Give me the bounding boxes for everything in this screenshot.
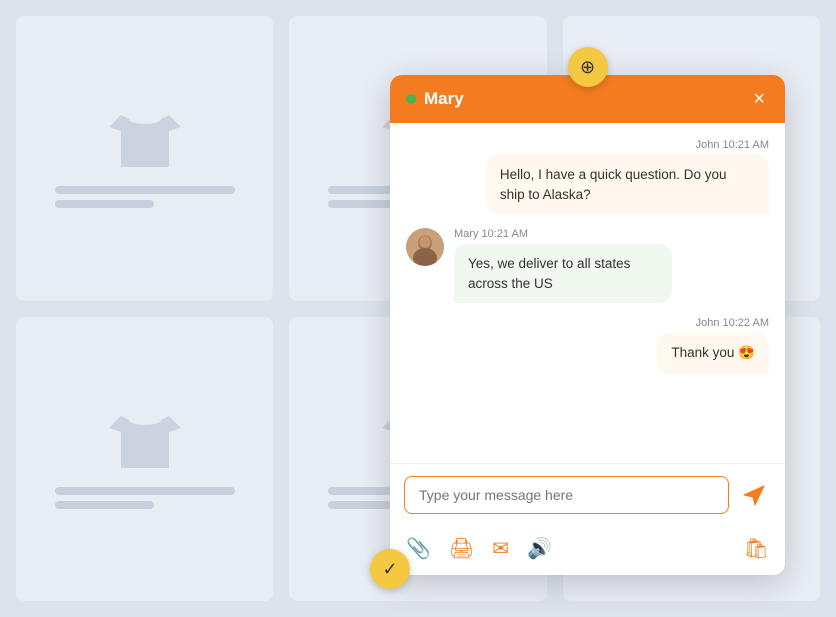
message-1: John 10:21 AM Hello, I have a quick ques… — [406, 139, 769, 214]
message-2-body: Mary 10:21 AM Yes, we deliver to all sta… — [454, 228, 733, 303]
chat-header-left: Mary — [406, 89, 464, 109]
chat-messages: John 10:21 AM Hello, I have a quick ques… — [390, 123, 785, 463]
bg-card-4 — [16, 317, 273, 602]
attachment-button[interactable]: 📎 — [404, 534, 433, 563]
chat-widget: ⊕ Mary × John 10:21 AM Hello, I have a q… — [390, 75, 785, 575]
message-1-meta: John 10:21 AM — [696, 139, 769, 151]
message-input[interactable] — [404, 476, 729, 514]
chat-agent-name: Mary — [424, 89, 464, 109]
floating-check-button[interactable]: ✓ — [370, 549, 410, 589]
message-3: John 10:22 AM Thank you 😍 — [406, 317, 769, 373]
message-2: Mary 10:21 AM Yes, we deliver to all sta… — [406, 228, 769, 303]
close-button[interactable]: × — [749, 89, 769, 109]
message-1-bubble: Hello, I have a quick question. Do you s… — [486, 155, 769, 214]
message-3-meta: John 10:22 AM — [696, 317, 769, 329]
print-button[interactable]: 🖨 — [447, 534, 476, 563]
volume-button[interactable]: 🔊 — [525, 534, 554, 563]
message-2-bubble: Yes, we deliver to all states across the… — [454, 244, 672, 303]
chat-toolbar: 📎 🖨 ✉ 🔊 🛍 — [390, 526, 785, 575]
bg-card-1 — [16, 16, 273, 301]
message-2-meta: Mary 10:21 AM — [454, 228, 528, 240]
mary-avatar — [406, 228, 444, 266]
chat-input-area — [390, 463, 785, 526]
online-status-dot — [406, 94, 416, 104]
toolbar-left: 📎 🖨 ✉ 🔊 — [404, 534, 554, 563]
drag-handle[interactable]: ⊕ — [568, 47, 608, 87]
message-3-bubble: Thank you 😍 — [657, 333, 769, 373]
email-button[interactable]: ✉ — [490, 534, 511, 563]
send-button[interactable] — [737, 478, 771, 512]
bag-button[interactable]: 🛍 — [742, 534, 771, 563]
